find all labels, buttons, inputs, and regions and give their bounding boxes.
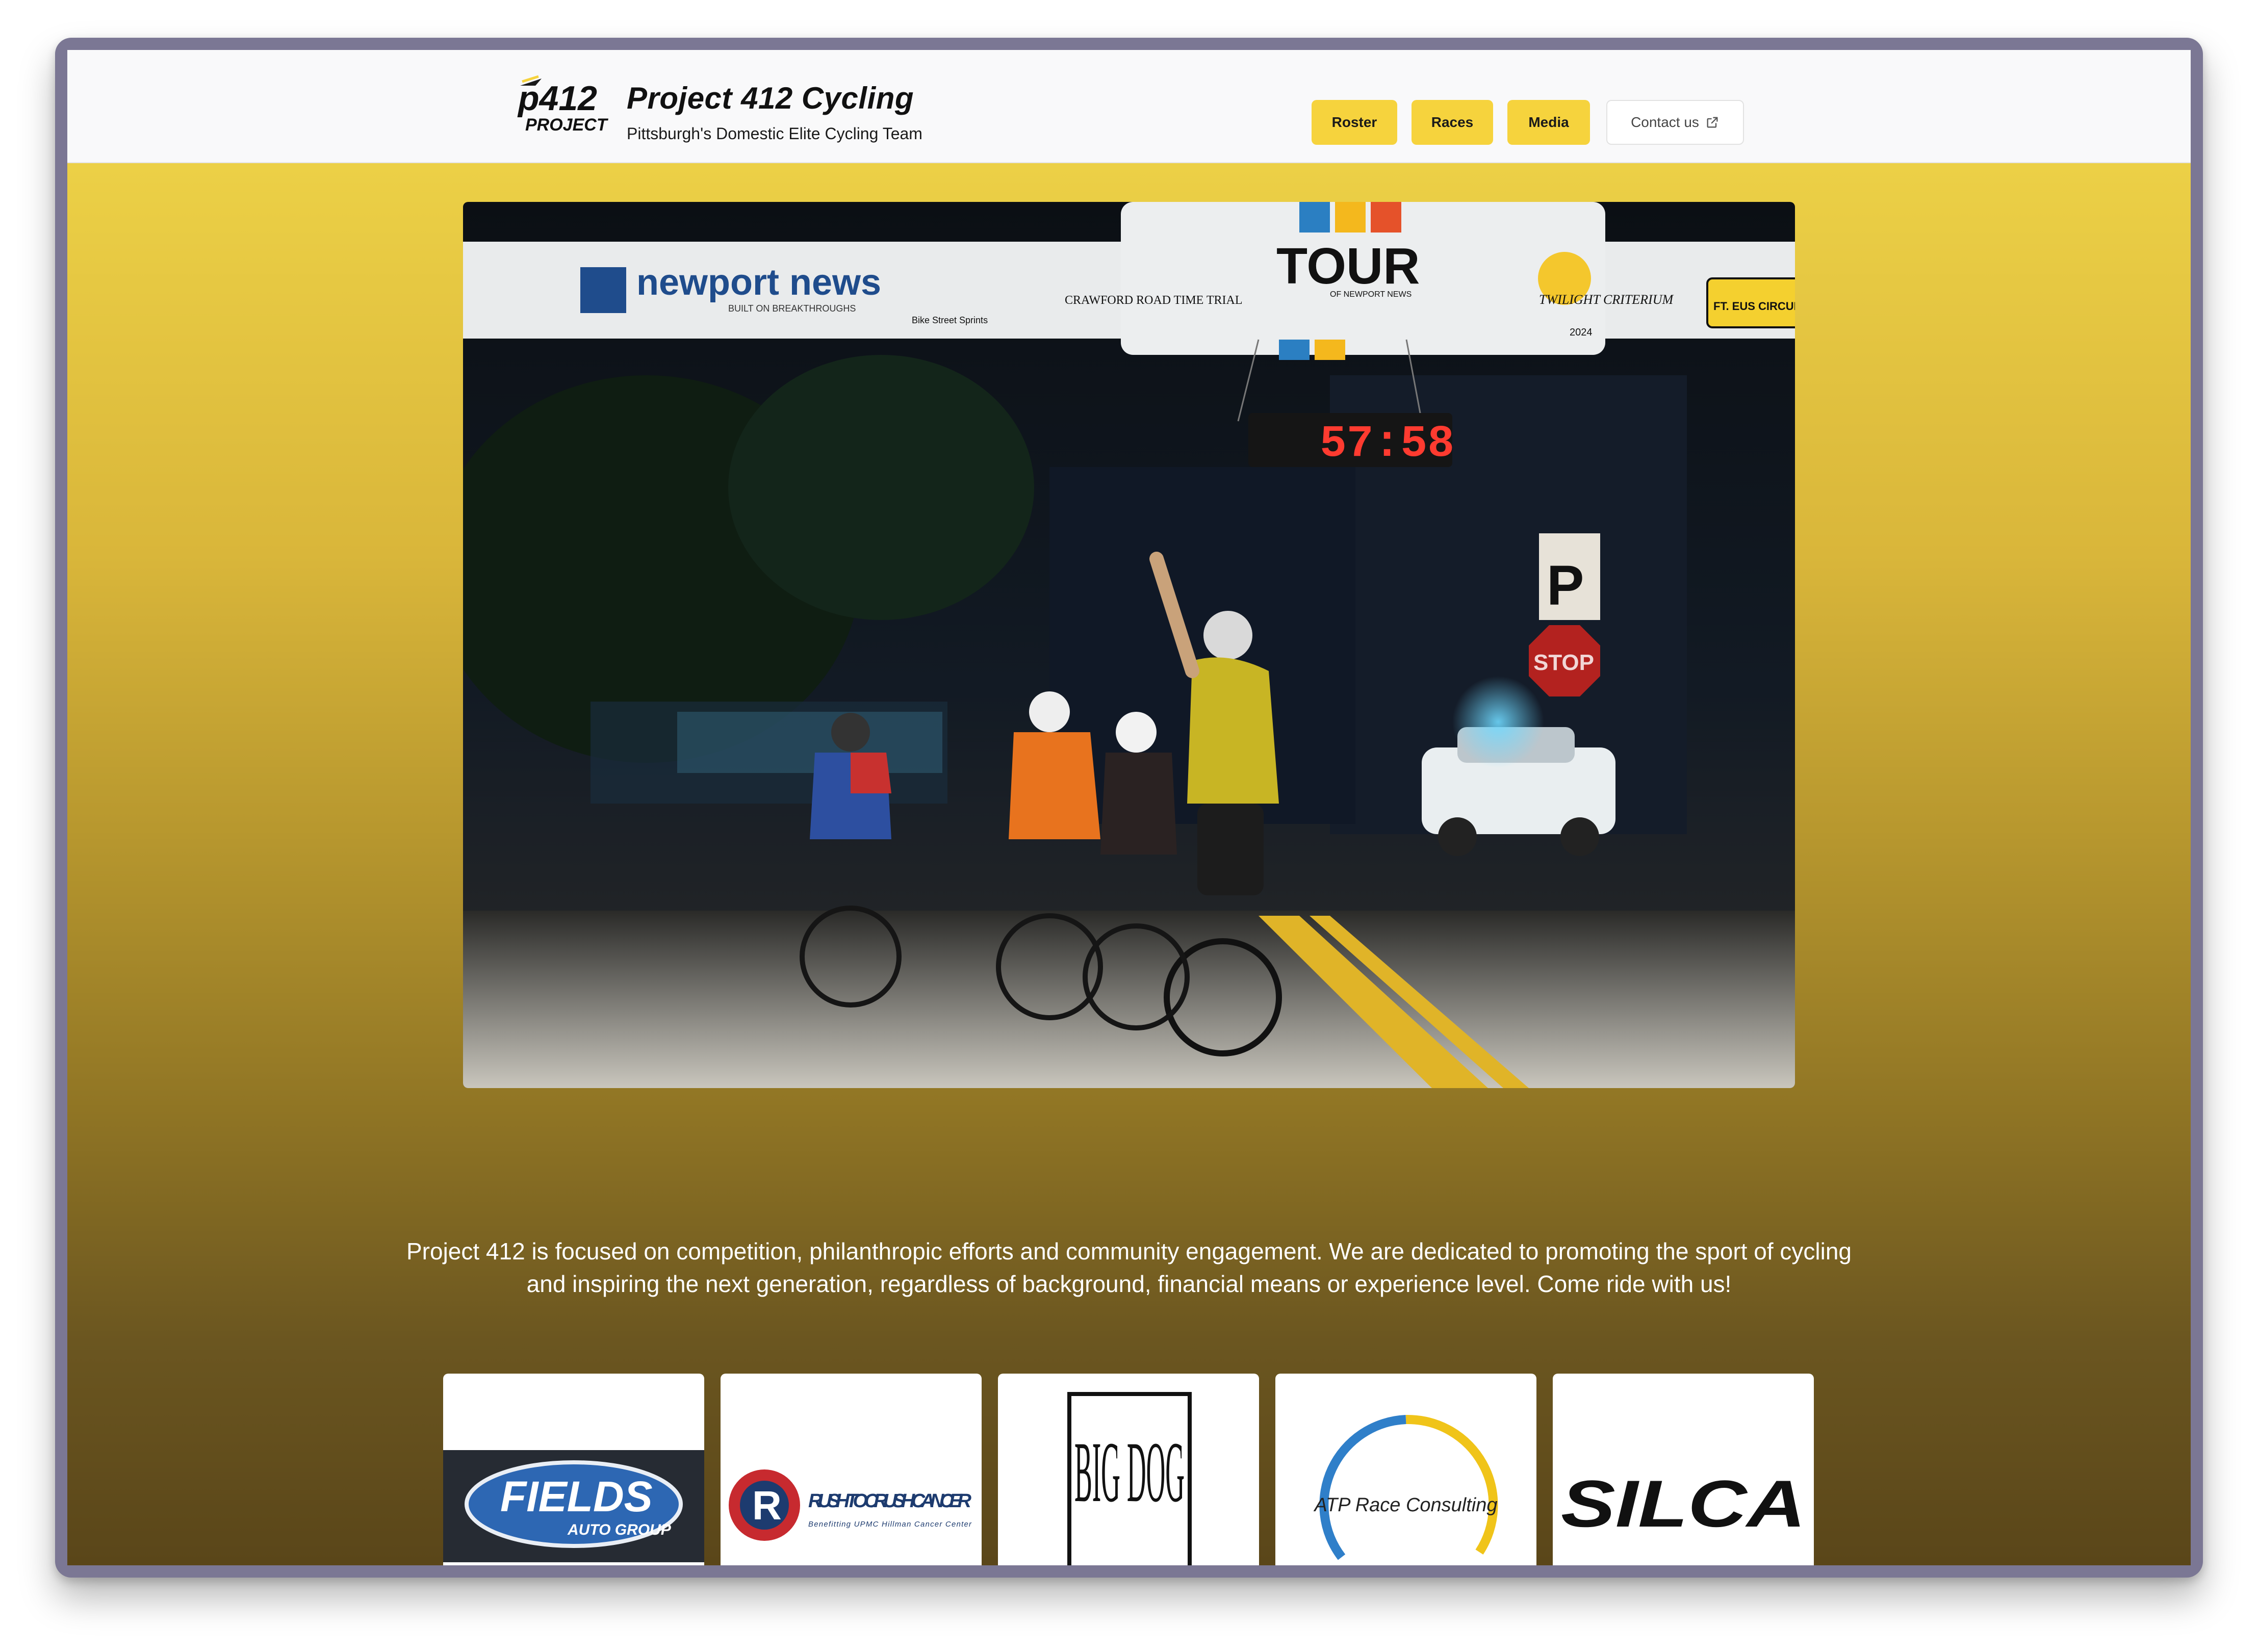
banner-sponsor-sprints: Bike Street Sprints	[912, 315, 988, 325]
contact-us-button[interactable]: Contact us	[1606, 100, 1744, 145]
sponsor-card-silca[interactable]: SILCA	[1553, 1374, 1814, 1565]
site-title[interactable]: Project 412 Cycling	[627, 81, 914, 116]
banner-ft-eustis: FT. EUS CIRCUIT	[1713, 300, 1795, 313]
rush-to-crush-logo: R RUSH TO CRUSH CANCER Benefitting UPMC …	[729, 1469, 972, 1541]
fields-logo-text: FIELDS	[500, 1473, 653, 1520]
banner-tour-title: TOUR	[1276, 238, 1420, 295]
atp-race-consulting-logo: ATP Race Consulting	[1313, 1414, 1498, 1560]
banner-twilight: TWILIGHT CRITERIUM	[1539, 292, 1674, 307]
browser-window: p412 PROJECT Project 412 Cycling Pittsbu…	[55, 38, 2203, 1578]
stop-sign-text: STOP	[1533, 650, 1594, 675]
svg-text:PROJECT: PROJECT	[525, 115, 609, 135]
fields-logo: FIELDS AUTO GROUP	[443, 1450, 704, 1562]
svg-text:R: R	[752, 1483, 782, 1528]
hero-race-photo: P STOP newport news BUILT ON BREAKTHROUG…	[463, 202, 1795, 1088]
banner-twilight-year: 2024	[1570, 327, 1593, 338]
page-viewport: p412 PROJECT Project 412 Cycling Pittsbu…	[67, 50, 2191, 1565]
sponsor-card-fields[interactable]: FIELDS AUTO GROUP	[443, 1374, 704, 1565]
banner-sponsor-tagline: BUILT ON BREAKTHROUGHS	[728, 303, 856, 314]
svg-text:p412: p412	[517, 79, 597, 118]
atp-logo-text: ATP Race Consulting	[1313, 1494, 1497, 1516]
banner-sponsor-newport-news: newport news	[636, 262, 881, 303]
rush-to-crush-text: RUSH TO CRUSH CANCER	[808, 1490, 972, 1512]
sponsor-card-rush-to-crush[interactable]: R RUSH TO CRUSH CANCER Benefitting UPMC …	[721, 1374, 982, 1565]
parking-sign-text: P	[1547, 554, 1584, 617]
nav-races-button[interactable]: Races	[1412, 100, 1493, 145]
mission-statement: Project 412 is focused on competition, p…	[406, 1238, 1852, 1297]
sponsor-card-big-dog[interactable]: BIG DOG	[998, 1374, 1259, 1565]
project-412-logo[interactable]: p412 PROJECT	[516, 74, 623, 135]
rush-to-crush-subtext: Benefitting UPMC Hillman Cancer Center	[808, 1520, 972, 1529]
race-clock: 57:58	[1320, 419, 1454, 470]
external-link-icon	[1707, 117, 1718, 128]
site-tagline: Pittsburgh's Domestic Elite Cycling Team	[627, 124, 922, 143]
big-dog-text: BIG DOG	[1074, 1424, 1185, 1520]
nav-roster-button[interactable]: Roster	[1312, 100, 1397, 145]
nav-media-button[interactable]: Media	[1507, 100, 1590, 145]
silca-logo-text: SILCA	[1561, 1466, 1806, 1541]
banner-sponsor-crawford: CRAWFORD ROAD TIME TRIAL	[1065, 294, 1243, 307]
sponsor-card-atp[interactable]: ATP Race Consulting	[1275, 1374, 1536, 1565]
contact-us-label: Contact us	[1631, 114, 1699, 130]
fields-logo-subtext: AUTO GROUP	[567, 1521, 672, 1538]
big-dog-logo: BIG DOG	[1067, 1392, 1192, 1565]
silca-logo: SILCA	[1561, 1466, 1806, 1541]
banner-tour-subtitle: OF NEWPORT NEWS	[1330, 290, 1412, 299]
site-header: p412 PROJECT Project 412 Cycling Pittsbu…	[67, 50, 2191, 163]
